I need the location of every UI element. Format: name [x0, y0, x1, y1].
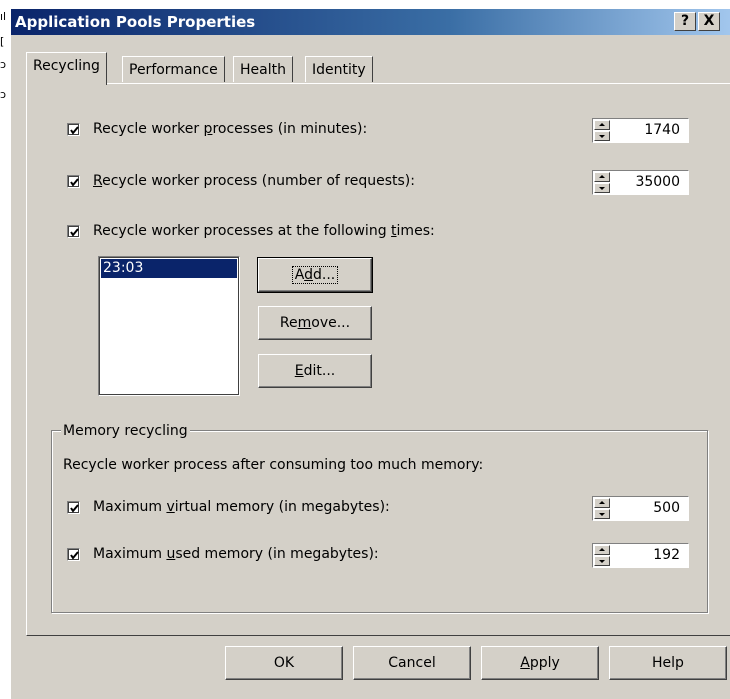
tab-identity[interactable]: Identity — [305, 56, 373, 82]
background-window-fragment: ıl — [0, 10, 7, 23]
apply-button[interactable]: Apply — [481, 646, 599, 680]
cancel-button[interactable]: Cancel — [353, 646, 471, 680]
background-window-fragment: [ — [0, 35, 5, 48]
tab-label: Health — [240, 62, 286, 78]
tab-recycling[interactable]: Recycling — [26, 52, 107, 85]
properties-dialog: Application Pools Properties ? X Recycli… — [10, 8, 730, 699]
tab-label: Identity — [312, 62, 366, 78]
tab-label: Performance — [129, 62, 218, 78]
background-window-fragment: ɔ — [0, 88, 7, 101]
apply-label-mnemonic: A — [520, 655, 530, 671]
close-button[interactable]: X — [698, 12, 720, 31]
tab-performance[interactable]: Performance — [122, 56, 225, 82]
tab-health[interactable]: Health — [233, 56, 293, 82]
tab-label: Recycling — [33, 58, 100, 74]
background-window-fragment: ɔ — [0, 58, 7, 71]
title-bar[interactable]: Application Pools Properties ? X — [11, 9, 730, 35]
help-footer-button[interactable]: Help — [609, 646, 727, 680]
recycling-tab-panel — [26, 83, 730, 636]
dialog-title: Application Pools Properties — [15, 13, 256, 31]
help-button[interactable]: ? — [674, 12, 696, 31]
apply-label: pply — [529, 655, 560, 671]
ok-button[interactable]: OK — [225, 646, 343, 680]
